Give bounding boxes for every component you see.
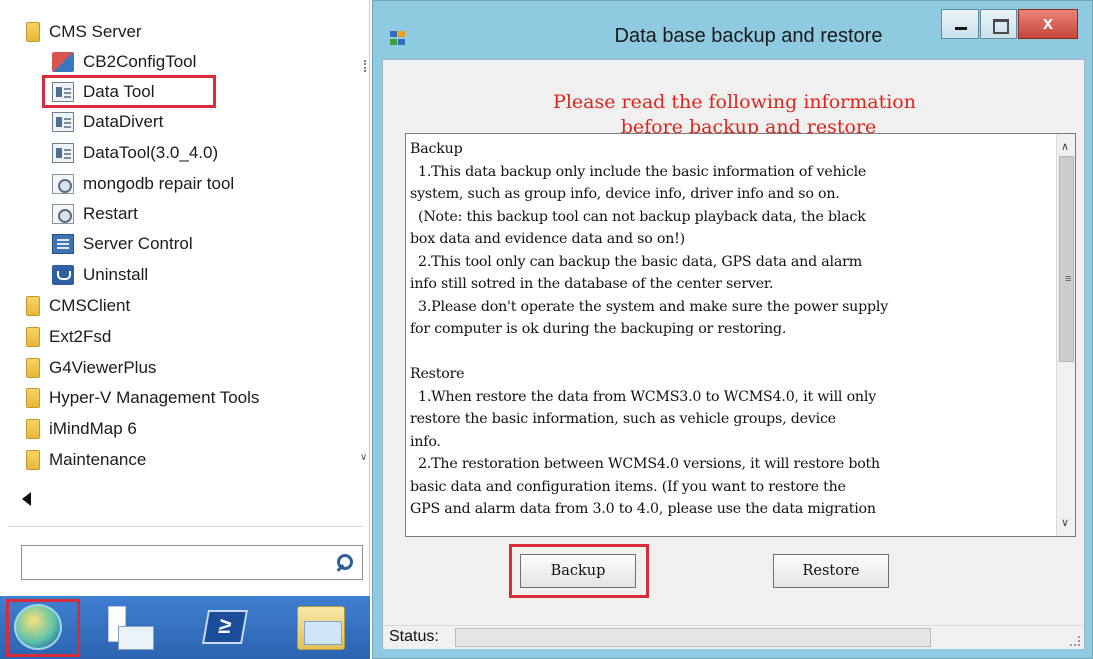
folder-icon <box>26 296 40 316</box>
start-button[interactable] <box>0 596 90 659</box>
menu-scrollbar[interactable] <box>364 60 367 72</box>
taskbar: ≥ <box>0 596 370 659</box>
maximize-button[interactable] <box>980 9 1017 39</box>
search-input[interactable] <box>21 545 363 580</box>
text-line: system, such as group info, device info,… <box>410 186 840 202</box>
menu-item-g4viewerplus[interactable]: G4ViewerPlus <box>22 353 156 383</box>
menu-item-label: mongodb repair tool <box>83 174 235 193</box>
menu-item-imindmap-6[interactable]: iMindMap 6 <box>22 414 137 444</box>
backup-restore-dialog: Data base backup and restore x Please re… <box>372 0 1093 659</box>
search-icon[interactable] <box>337 554 353 572</box>
menu-item-label: Restart <box>83 204 138 223</box>
text-line: info. <box>410 433 441 450</box>
minimize-button[interactable] <box>941 9 979 39</box>
server-manager-icon <box>108 606 154 650</box>
start-button-highlight-box <box>6 599 80 657</box>
menu-item-label: Ext2Fsd <box>49 327 112 346</box>
menu-item-label: Hyper-V Management Tools <box>49 388 260 407</box>
resize-grip-icon[interactable] <box>1070 636 1080 646</box>
folder-icon <box>26 419 40 439</box>
start-menu-panel: CMS Server CB2ConfigTool Data Tool DataD… <box>0 0 370 659</box>
menu-item-mongodb-repair-tool[interactable]: mongodb repair tool <box>52 169 234 199</box>
server-manager-button[interactable] <box>90 596 180 659</box>
text-line: 1.This data backup only include the basi… <box>418 163 867 180</box>
text-line: 1.When restore the data from WCMS3.0 to … <box>418 388 877 405</box>
menu-item-label: Uninstall <box>83 265 149 284</box>
folder-icon <box>26 22 40 42</box>
menu-item-hyper-v-management-tools[interactable]: Hyper-V Management Tools <box>22 383 259 413</box>
text-line: for computer is ok during the backuping … <box>410 321 787 337</box>
folder-icon <box>26 388 40 408</box>
menu-item-restart[interactable]: Restart <box>52 199 138 229</box>
gear-icon <box>52 174 74 194</box>
menu-item-label: DataDivert <box>83 112 164 131</box>
app-icon <box>52 112 74 132</box>
config-tool-icon <box>52 52 74 72</box>
menu-item-label: CB2ConfigTool <box>83 52 197 71</box>
info-heading-line-1: Please read the following information <box>553 91 916 113</box>
menu-item-server-control[interactable]: Server Control <box>52 229 193 259</box>
status-progress-bar <box>455 628 931 647</box>
restore-button[interactable]: Restore <box>773 554 889 588</box>
text-line: basic data and configuration items. (If … <box>410 478 846 495</box>
info-text: Backup 1.This data backup only include t… <box>410 138 1052 521</box>
text-scrollbar[interactable]: ∧ ≡ ∨ <box>1056 134 1075 536</box>
app-icon <box>52 143 74 163</box>
chevron-down-icon[interactable]: ∨ <box>360 452 367 463</box>
menu-item-ext2fsd[interactable]: Ext2Fsd <box>22 322 111 352</box>
dialog-titlebar[interactable]: Data base backup and restore x <box>373 1 1093 59</box>
menu-item-label: Server Control <box>83 234 193 253</box>
folder-icon <box>26 358 40 378</box>
back-arrow-icon[interactable] <box>22 492 31 506</box>
menu-item-label: CMS Server <box>49 22 142 41</box>
powershell-icon: ≥ <box>202 610 248 644</box>
backup-button[interactable]: Backup <box>520 554 636 588</box>
chevron-down-icon[interactable]: ∨ <box>1061 516 1069 529</box>
text-line: Backup <box>410 141 463 157</box>
close-button[interactable]: x <box>1018 9 1078 39</box>
text-line: (Note: this backup tool can not backup p… <box>418 208 866 225</box>
menu-item-label: DataTool(3.0_4.0) <box>83 143 219 162</box>
file-explorer-button[interactable] <box>277 596 367 659</box>
menu-item-datadivert[interactable]: DataDivert <box>52 107 163 137</box>
menu-item-cmsclient[interactable]: CMSClient <box>22 291 130 321</box>
folder-icon <box>26 327 40 347</box>
text-line: 2.This tool only can backup the basic da… <box>418 253 862 270</box>
chevron-up-icon[interactable]: ∧ <box>1061 140 1069 153</box>
menu-item-label: iMindMap 6 <box>49 419 137 438</box>
text-line: GPS and alarm data from 3.0 to 4.0, plea… <box>410 501 876 517</box>
text-line: 2.The restoration between WCMS4.0 versio… <box>418 456 880 472</box>
menu-item-maintenance[interactable]: Maintenance <box>22 445 146 475</box>
menu-item-label: G4ViewerPlus <box>49 358 157 377</box>
divider <box>8 526 362 527</box>
text-line: 3.Please don't operate the system and ma… <box>418 298 889 315</box>
text-line: restore the basic information, such as v… <box>410 411 836 427</box>
start-menu-list: CMS Server CB2ConfigTool Data Tool DataD… <box>0 0 370 478</box>
scroll-thumb[interactable]: ≡ <box>1059 156 1074 362</box>
menu-item-label: Maintenance <box>49 450 147 469</box>
gear-icon <box>52 204 74 224</box>
text-line <box>410 341 1052 364</box>
menu-item-label: CMSClient <box>49 296 131 315</box>
text-line: Restore <box>410 366 465 382</box>
status-bar: Status: <box>383 625 1084 649</box>
status-label: Status: <box>389 628 439 645</box>
text-line: box data and evidence data and so on!) <box>410 231 685 247</box>
data-tool-highlight-box <box>42 75 216 108</box>
menu-item-uninstall[interactable]: Uninstall <box>52 260 148 290</box>
folder-icon <box>26 450 40 470</box>
info-textarea[interactable]: Backup 1.This data backup only include t… <box>405 133 1076 537</box>
file-explorer-icon <box>297 606 345 650</box>
powershell-button[interactable]: ≥ <box>183 596 273 659</box>
menu-item-cb2configtool[interactable]: CB2ConfigTool <box>52 47 196 77</box>
server-control-icon <box>52 234 74 254</box>
menu-item-cms-server[interactable]: CMS Server <box>22 17 142 47</box>
grip-icon: ≡ <box>1065 273 1072 285</box>
uninstall-icon <box>52 265 74 285</box>
dialog-client-area: Please read the following information be… <box>382 59 1085 649</box>
text-line: info still sotred in the database of the… <box>410 276 774 292</box>
menu-item-datatool-3-4[interactable]: DataTool(3.0_4.0) <box>52 138 218 168</box>
